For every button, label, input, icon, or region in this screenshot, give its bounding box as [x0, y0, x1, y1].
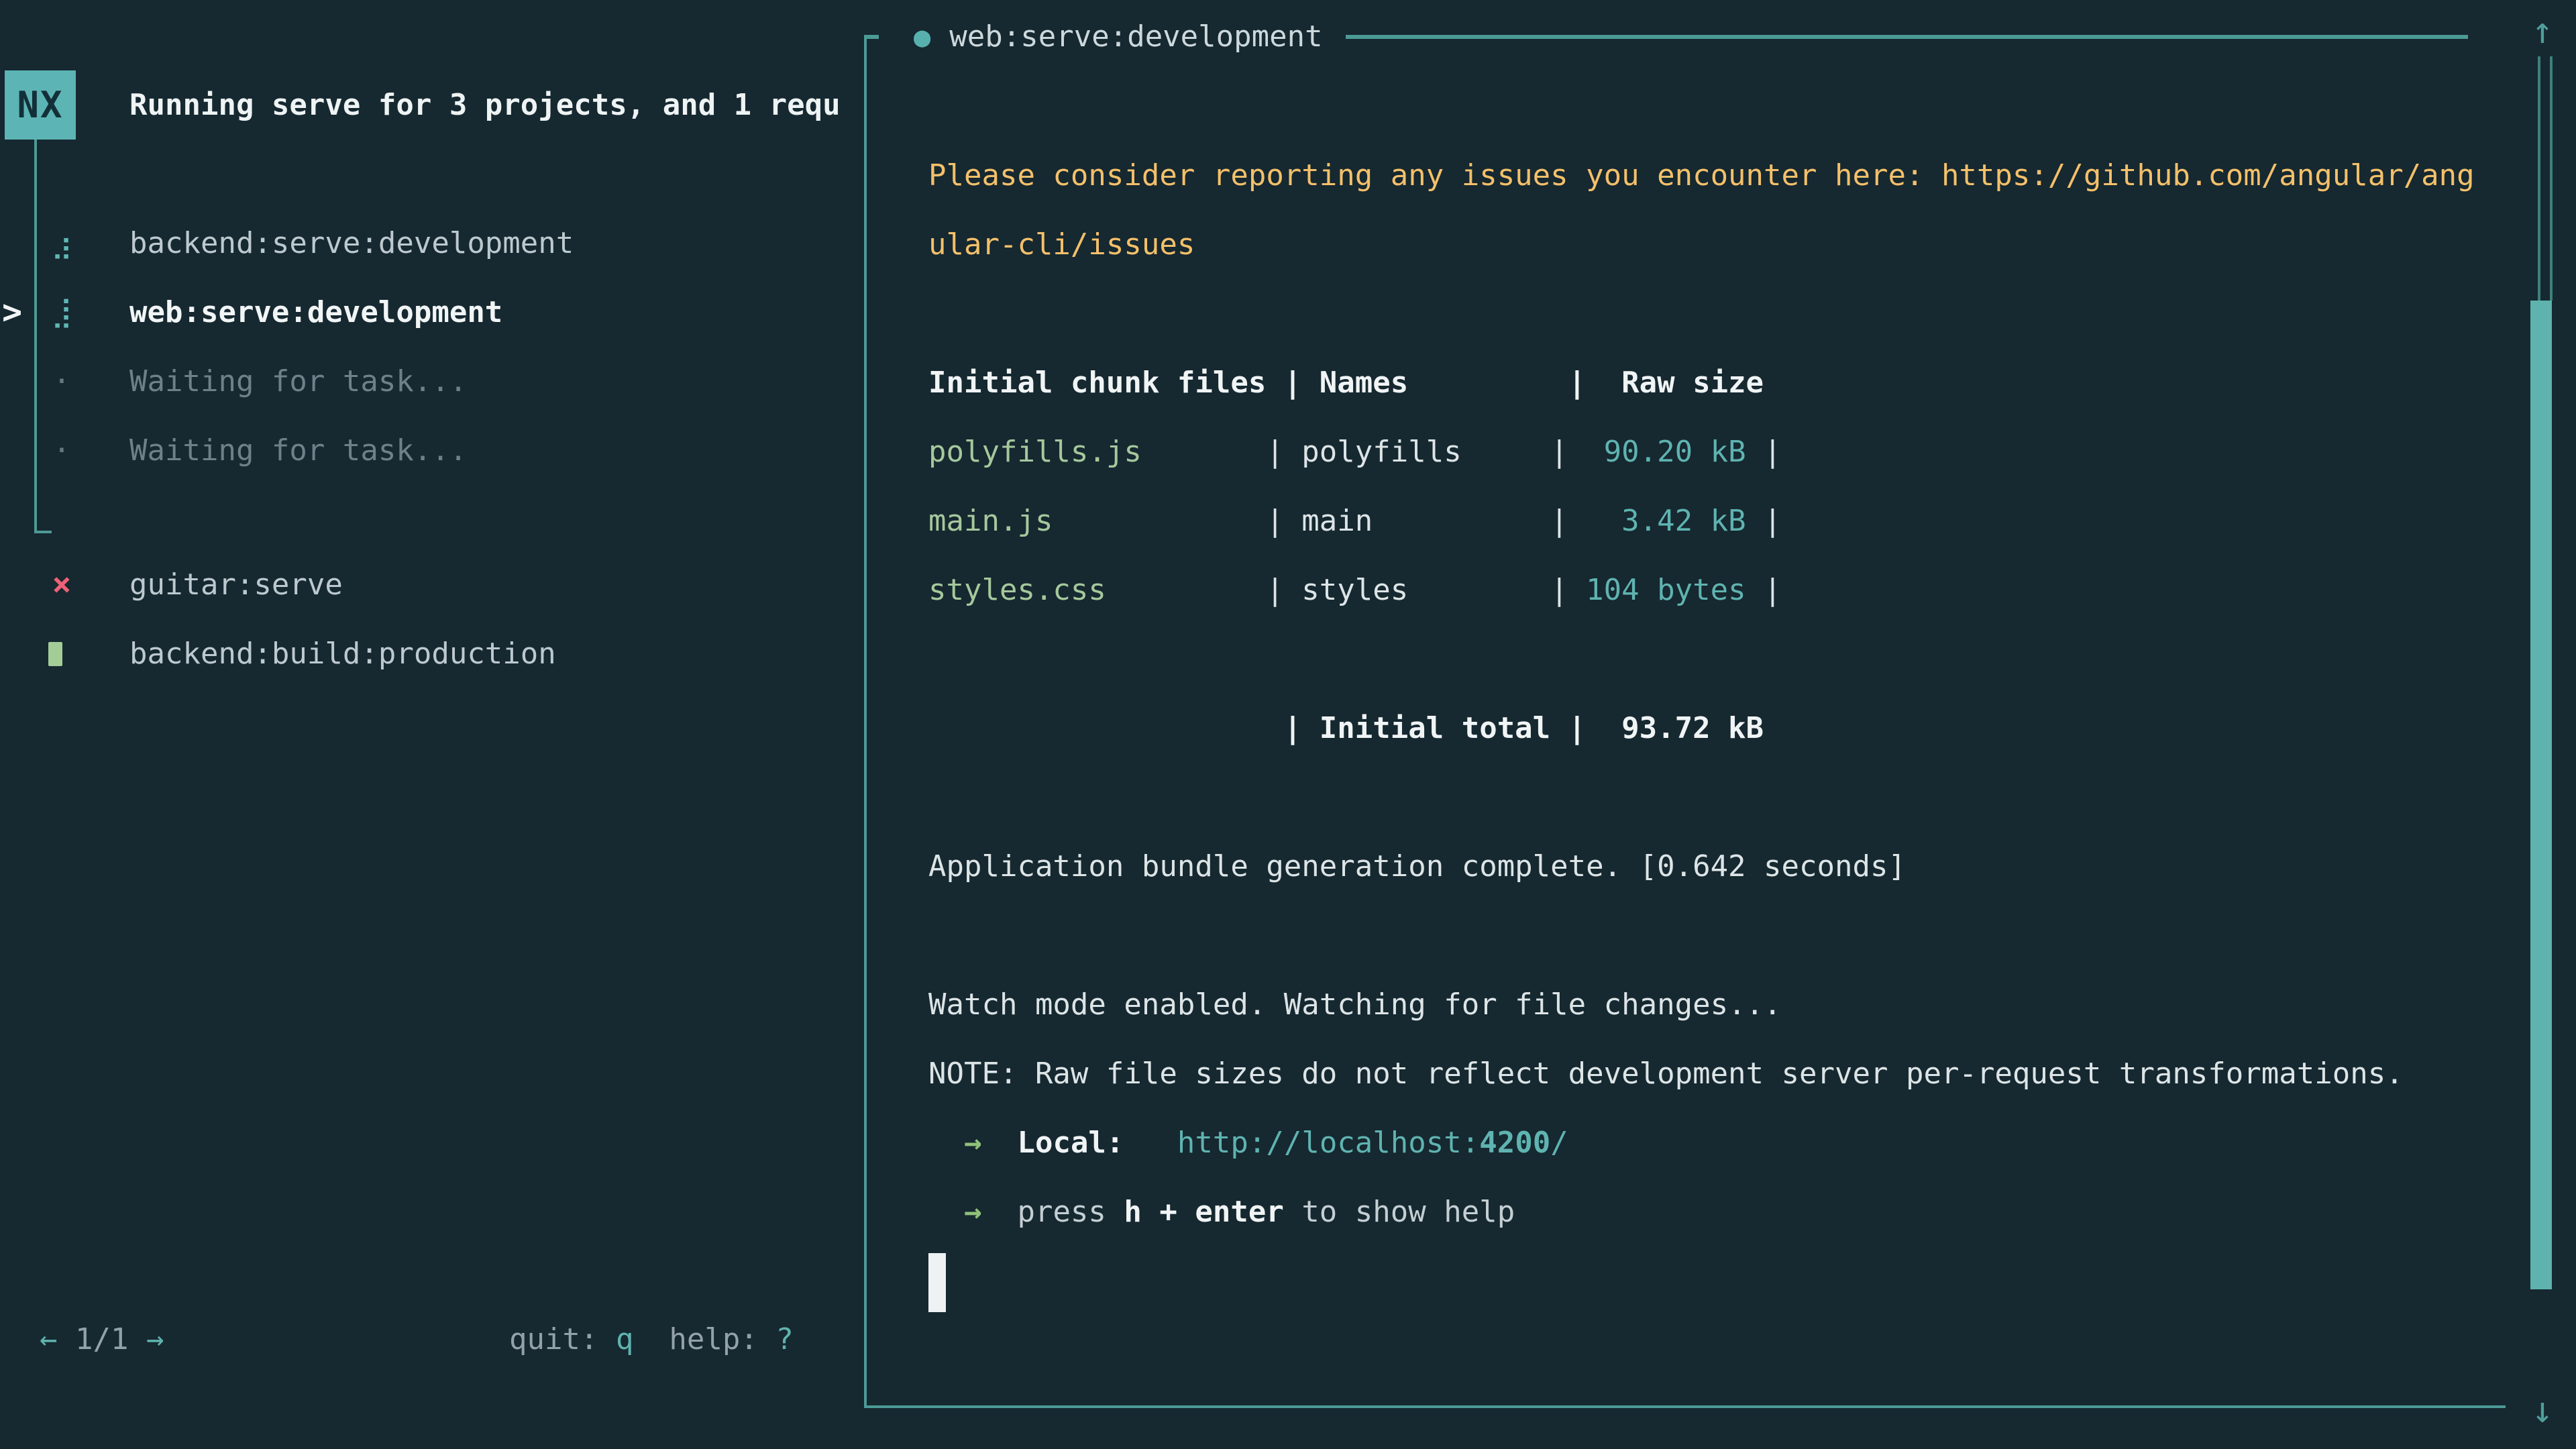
text-segment: ular-cli/issues	[928, 227, 1195, 262]
text-segment: |	[1746, 504, 1782, 538]
quit-hint-label: quit:	[509, 1322, 616, 1356]
task-label: guitar:serve	[129, 550, 343, 619]
pager-position: 1/1	[58, 1322, 146, 1356]
text-segment: NOTE: Raw file sizes do not reflect deve…	[928, 1057, 2404, 1091]
terminal-line	[928, 763, 2465, 832]
arrow-icon: →	[964, 1195, 982, 1229]
local-url-port[interactable]: 4200	[1479, 1126, 1550, 1160]
panel-border-stub	[864, 35, 879, 39]
terminal-line: → press h + enter to show help	[928, 1177, 2465, 1246]
scrollbar-track[interactable]	[2538, 56, 2553, 301]
terminal-line	[928, 901, 2465, 970]
text-segment: main.js	[928, 504, 1053, 538]
quit-hint-key: q	[616, 1322, 634, 1356]
cross-icon: ×	[44, 550, 79, 619]
task-row-web-serve-development[interactable]: > ⣸ web:serve:development	[0, 278, 864, 347]
text-segment: 3.42 kB	[1586, 504, 1746, 538]
task-row-guitar-serve[interactable]: × guitar:serve	[0, 550, 864, 619]
pager-next-icon[interactable]: →	[146, 1322, 164, 1356]
terminal-line	[928, 625, 2465, 694]
text-segment: | polyfills |	[1142, 435, 1586, 469]
text-segment: polyfills.js	[928, 435, 1142, 469]
task-label: Waiting for task...	[129, 347, 467, 416]
text-segment: 104 bytes	[1586, 573, 1746, 607]
terminal-line	[928, 279, 2465, 348]
terminal-cursor	[928, 1253, 946, 1312]
terminal-line: polyfills.js | polyfills | 90.20 kB |	[928, 417, 2465, 486]
task-label: backend:serve:development	[129, 209, 574, 278]
arrow-icon: →	[964, 1126, 982, 1160]
text-segment: to show help	[1284, 1195, 1515, 1229]
success-square-icon	[48, 642, 62, 666]
terminal-line	[928, 1246, 2465, 1316]
text-segment: Watch mode enabled. Watching for file ch…	[928, 987, 1782, 1022]
text-segment	[981, 1126, 1017, 1160]
sidebar: NX Running serve for 3 projects, and 1 r…	[0, 0, 864, 1449]
terminal-line: Application bundle generation complete. …	[928, 832, 2465, 901]
terminal-line: ular-cli/issues	[928, 210, 2465, 279]
task-label: Waiting for task...	[129, 416, 467, 485]
task-row-backend-build-production[interactable]: backend:build:production	[0, 619, 864, 688]
spinner-icon: ⣸	[44, 278, 79, 347]
text-segment: styles.css	[928, 573, 1106, 607]
pager: ← 1/1 →	[40, 1305, 164, 1374]
text-segment: |	[1746, 573, 1782, 607]
spinner-icon: ⣰	[44, 209, 79, 278]
terminal-line: styles.css | styles | 104 bytes |	[928, 555, 2465, 625]
terminal-line: | Initial total | 93.72 kB	[928, 694, 2465, 763]
scroll-up-icon[interactable]: ↑	[2522, 4, 2563, 58]
task-row-waiting-for-task-[interactable]: · Waiting for task...	[0, 416, 864, 485]
terminal-line: Watch mode enabled. Watching for file ch…	[928, 970, 2465, 1039]
scroll-down-icon[interactable]: ↓	[2522, 1383, 2563, 1437]
text-segment: Local:	[1017, 1126, 1124, 1160]
dot-icon: ·	[44, 416, 79, 485]
help-hint-label: help:	[633, 1322, 775, 1356]
text-segment: | styles |	[1106, 573, 1586, 607]
panel-header: ● web:serve:development	[867, 2, 2506, 71]
terminal-line: Initial chunk files | Names | Raw size	[928, 348, 2465, 417]
terminal-line: NOTE: Raw file sizes do not reflect deve…	[928, 1039, 2465, 1108]
local-url-link[interactable]: http://localhost:	[1177, 1126, 1479, 1160]
keyboard-hints: quit: q help: ?	[509, 1305, 794, 1374]
terminal-line: Please consider reporting any issues you…	[928, 141, 2465, 210]
local-url-slash[interactable]: /	[1550, 1126, 1568, 1160]
terminal-line: main.js | main | 3.42 kB |	[928, 486, 2465, 555]
text-segment: press	[981, 1195, 1124, 1229]
text-segment	[928, 1126, 964, 1160]
selected-chevron-icon: >	[2, 278, 22, 347]
text-segment: Please consider reporting any issues you…	[928, 158, 2475, 193]
panel-header-rule	[1346, 35, 2468, 39]
scrollbar-thumb[interactable]	[2530, 301, 2552, 1289]
dot-icon: ·	[44, 347, 79, 416]
text-segment: | Initial total | 93.72 kB	[928, 711, 1764, 745]
panel-title: web:serve:development	[949, 19, 1322, 54]
text-segment: | main |	[1053, 504, 1586, 538]
nx-logo: NX	[5, 70, 76, 140]
text-segment	[928, 1195, 964, 1229]
terminal-output: Please consider reporting any issues you…	[928, 141, 2465, 1316]
text-segment	[1124, 1126, 1177, 1160]
task-label: web:serve:development	[129, 278, 502, 347]
nx-tui-terminal: NX Running serve for 3 projects, and 1 r…	[0, 0, 2576, 1449]
task-output-panel: ● web:serve:development Please consider …	[864, 36, 2506, 1408]
task-label: backend:build:production	[129, 619, 556, 688]
help-hint-key: ?	[775, 1322, 794, 1356]
text-segment: h + enter	[1124, 1195, 1283, 1229]
task-row-backend-serve-development[interactable]: ⣰ backend:serve:development	[0, 209, 864, 278]
terminal-line: → Local: http://localhost:4200/	[928, 1108, 2465, 1177]
pager-prev-icon[interactable]: ←	[40, 1322, 58, 1356]
task-row-waiting-for-task-[interactable]: · Waiting for task...	[0, 347, 864, 416]
text-segment: Initial chunk files | Names | Raw size	[928, 366, 1764, 400]
text-segment: |	[1746, 435, 1782, 469]
text-segment: 90.20 kB	[1586, 435, 1746, 469]
running-bullet-icon: ●	[914, 20, 930, 53]
text-segment: Application bundle generation complete. …	[928, 849, 1906, 883]
app-header-title: Running serve for 3 projects, and 1 requ	[129, 70, 864, 140]
